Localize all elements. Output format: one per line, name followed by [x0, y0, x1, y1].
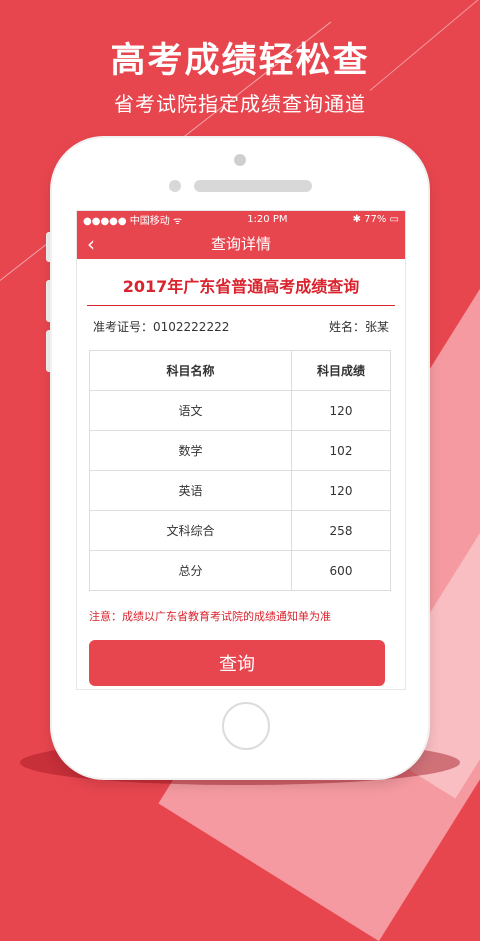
promo-headline: 高考成绩轻松查 — [110, 41, 370, 81]
table-row: 文科综合 258 — [89, 510, 391, 551]
battery-status: ✱ 77% ▭ — [352, 213, 399, 225]
subject-score: 258 — [291, 510, 391, 551]
phone-frame: ●●●●● 中国移动 ᯤ 1:20 PM ✱ 77% ▭ ‹ 查询详情 2017… — [52, 138, 428, 778]
subject-score: 120 — [291, 390, 391, 431]
status-time: 1:20 PM — [247, 213, 288, 225]
subject-score: 120 — [291, 470, 391, 511]
phone-home-button[interactable] — [222, 702, 270, 750]
phone-camera — [234, 154, 246, 166]
candidate-info: 准考证号：0102222222 姓名：张某 — [77, 318, 405, 335]
query-button[interactable]: 查询 — [89, 640, 385, 686]
chevron-left-icon[interactable]: ‹ — [87, 232, 95, 256]
candidate-name: 姓名：张某 — [328, 320, 389, 334]
table-row: 数学 102 — [89, 430, 391, 471]
carrier-signal: ●●●●● 中国移动 ᯤ — [83, 215, 183, 227]
phone-screen: ●●●●● 中国移动 ᯤ 1:20 PM ✱ 77% ▭ ‹ 查询详情 2017… — [76, 210, 406, 690]
subject-score: 102 — [291, 430, 391, 471]
table-header-row: 科目名称 科目成绩 — [89, 350, 391, 391]
subject-name: 英语 — [89, 470, 292, 511]
nav-bar: ‹ 查询详情 — [77, 227, 405, 259]
subject-name: 数学 — [89, 430, 292, 471]
table-row: 语文 120 — [89, 390, 391, 431]
status-bar: ●●●●● 中国移动 ᯤ 1:20 PM ✱ 77% ▭ — [77, 211, 405, 227]
subject-score: 600 — [291, 550, 391, 591]
table-row: 总分 600 — [89, 550, 391, 591]
phone-speaker — [194, 180, 312, 192]
score-notice: 注意：成绩以广东省教育考试院的成绩通知单为准 — [89, 610, 331, 623]
page-title: 2017年广东省普通高考成绩查询 — [87, 273, 395, 306]
promo-subline: 省考试院指定成绩查询通道 — [114, 92, 366, 116]
phone-sensor — [169, 180, 181, 192]
nav-title: 查询详情 — [210, 234, 271, 253]
table-row: 英语 120 — [89, 470, 391, 511]
score-table: 科目名称 科目成绩 语文 120 数学 102 英语 120 文科综合 258 … — [89, 350, 391, 591]
subject-name: 总分 — [89, 550, 292, 591]
score-column-header: 科目成绩 — [291, 350, 391, 391]
subject-name: 文科综合 — [89, 510, 292, 551]
subject-name: 语文 — [89, 390, 292, 431]
exam-id: 准考证号：0102222222 — [93, 320, 230, 334]
subject-column-header: 科目名称 — [89, 350, 292, 391]
